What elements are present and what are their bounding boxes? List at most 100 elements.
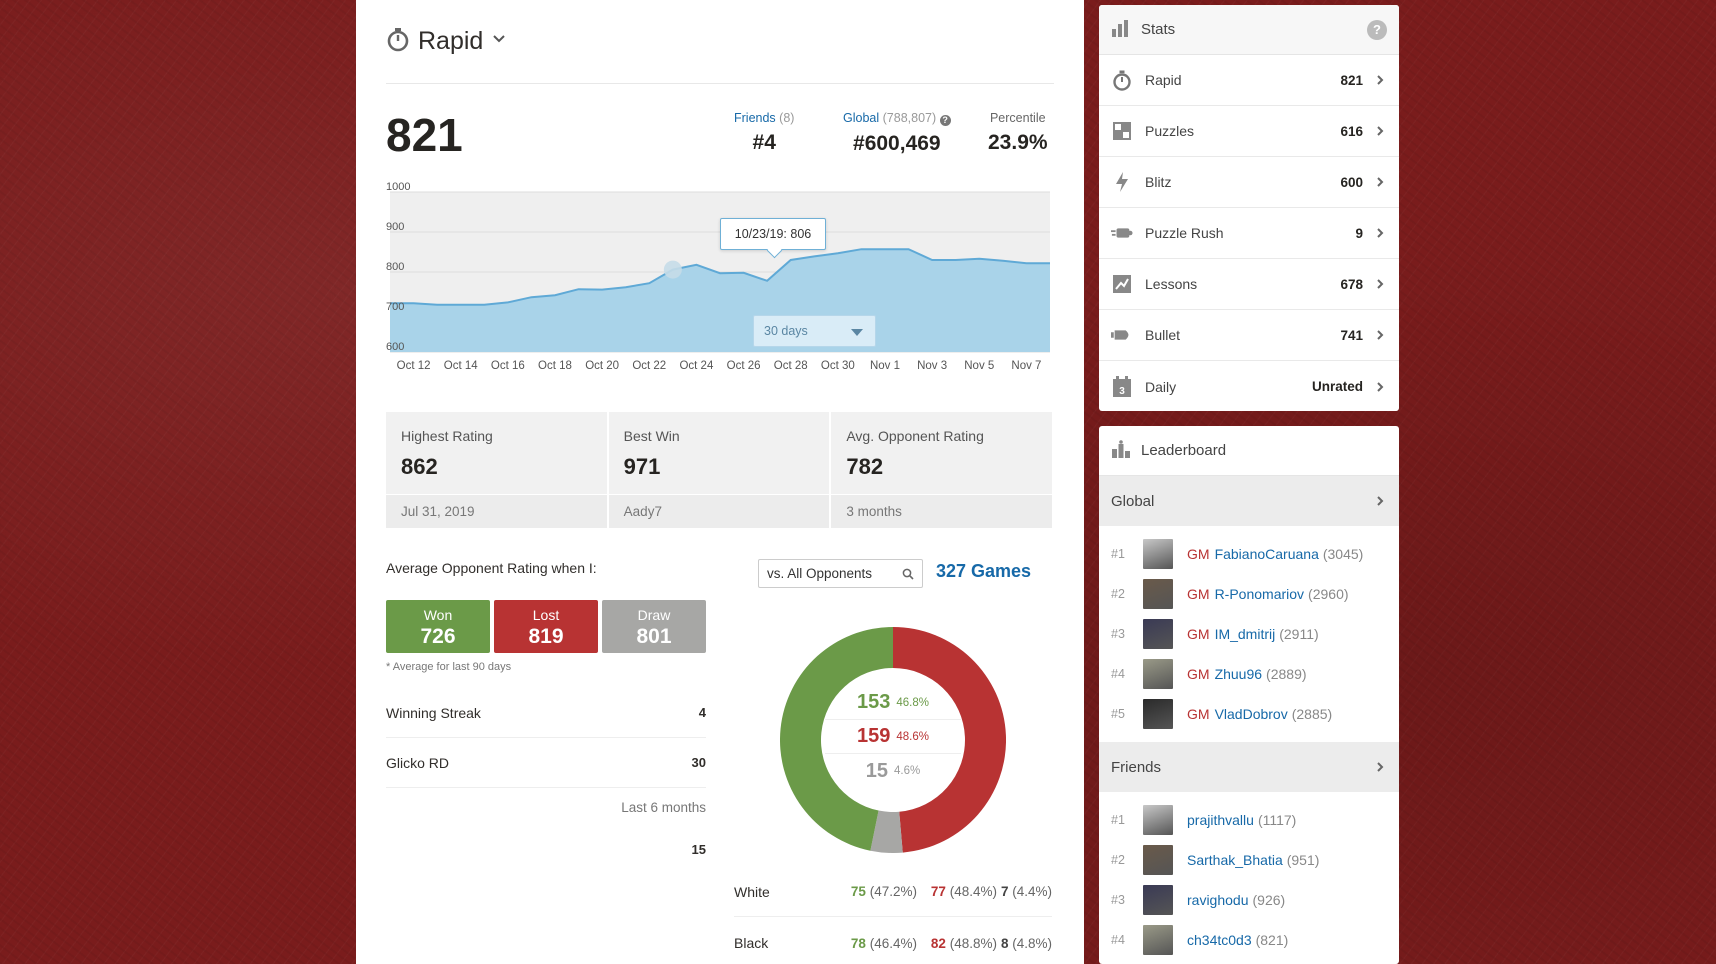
- avatar[interactable]: [1143, 925, 1173, 955]
- stats-item-value: 821: [1340, 72, 1363, 88]
- leaderboard-row[interactable]: #3 ravighodu (926): [1099, 880, 1399, 920]
- global-rank-label[interactable]: Global: [843, 111, 879, 125]
- lightning-icon: [1111, 171, 1133, 193]
- avg-opponent-label: Avg. Opponent Rating: [846, 428, 984, 444]
- friends-rank-value: #4: [752, 131, 776, 154]
- puzzle-rush-icon: [1111, 222, 1133, 244]
- games-count[interactable]: 327 Games: [936, 561, 1031, 582]
- player-username[interactable]: ravighodu: [1187, 892, 1249, 908]
- stats-item-label: Puzzles: [1145, 123, 1195, 139]
- stats-item-daily[interactable]: 3 Daily Unrated: [1099, 361, 1399, 411]
- chevron-down-icon[interactable]: [491, 32, 507, 50]
- friends-rank[interactable]: Friends (8) #4: [734, 111, 794, 155]
- range-select[interactable]: 30 days: [753, 315, 876, 347]
- global-section-header[interactable]: Global: [1099, 476, 1399, 526]
- leaderboard-rank: #3: [1111, 893, 1125, 907]
- last-6-months-value: 15: [691, 842, 706, 857]
- stats-item-bullet[interactable]: Bullet 741: [1099, 310, 1399, 361]
- leaderboard-row[interactable]: #2 Sarthak_Bhatia (951): [1099, 840, 1399, 880]
- white-draws-pct: (4.4%): [1012, 884, 1052, 899]
- leaderboard-rank: #5: [1111, 707, 1125, 721]
- player-username[interactable]: ch34tc0d3: [1187, 932, 1252, 948]
- x-tick-label: Oct 28: [774, 360, 808, 372]
- friends-section-header[interactable]: Friends: [1099, 742, 1399, 792]
- leaderboard-row[interactable]: #1 prajithvallu (1117): [1099, 800, 1399, 840]
- avatar[interactable]: [1143, 699, 1173, 729]
- avatar[interactable]: [1143, 805, 1173, 835]
- stats-item-blitz[interactable]: Blitz 600: [1099, 157, 1399, 208]
- stats-item-value: 9: [1355, 225, 1363, 241]
- avatar[interactable]: [1143, 539, 1173, 569]
- stats-item-puzzle-rush[interactable]: Puzzle Rush 9: [1099, 208, 1399, 259]
- leaderboard-row[interactable]: #4 ch34tc0d3 (821): [1099, 920, 1399, 960]
- divider: [386, 83, 1054, 84]
- player-username[interactable]: VladDobrov: [1215, 706, 1288, 722]
- stats-item-rapid[interactable]: Rapid 821: [1099, 55, 1399, 106]
- best-win-opponent[interactable]: Aady7: [608, 494, 830, 528]
- avatar[interactable]: [1143, 619, 1173, 649]
- won-value: 726: [420, 625, 456, 648]
- draw-label: Draw: [637, 607, 671, 623]
- leaderboard-row[interactable]: #1 GM FabianoCaruana (3045): [1099, 534, 1399, 574]
- help-icon[interactable]: ?: [1367, 19, 1387, 40]
- avatar[interactable]: [1143, 885, 1173, 915]
- black-results-row: Black 78 (46.4%) 82 (48.8%) 8 (4.8%): [734, 918, 1052, 964]
- global-count: (788,807): [882, 111, 937, 125]
- leaderboard-panel: Leaderboard Global #1 GM FabianoCaruana (30…: [1099, 426, 1399, 964]
- calendar-icon: 3: [1111, 375, 1133, 398]
- caret-down-icon: [851, 329, 863, 336]
- leaderboard-header: Leaderboard: [1099, 426, 1399, 476]
- avatar[interactable]: [1143, 845, 1173, 875]
- hover-point[interactable]: [663, 260, 682, 279]
- player-username[interactable]: prajithvallu: [1187, 812, 1254, 828]
- stats-item-puzzles[interactable]: Puzzles 616: [1099, 106, 1399, 157]
- y-tick-label: 900: [386, 221, 404, 233]
- black-wins: 78: [850, 935, 866, 951]
- leaderboard-row[interactable]: #2 GM R-Ponomariov (2960): [1099, 574, 1399, 614]
- podium-icon: [1111, 439, 1131, 462]
- player-username[interactable]: R-Ponomariov: [1215, 586, 1304, 602]
- player-username[interactable]: Zhuu96: [1215, 666, 1262, 682]
- x-tick-label: Oct 12: [397, 360, 431, 372]
- player-title-badge: GM: [1187, 626, 1210, 642]
- player-rating: (2960): [1308, 586, 1349, 602]
- percentile-value: 23.9%: [988, 131, 1048, 154]
- won-label: Won: [423, 607, 453, 623]
- stats-item-label: Rapid: [1145, 72, 1182, 88]
- avatar[interactable]: [1143, 659, 1173, 689]
- player-username[interactable]: Sarthak_Bhatia: [1187, 852, 1283, 868]
- mode-selector[interactable]: Rapid: [386, 24, 507, 58]
- stats-item-lessons[interactable]: Lessons 678: [1099, 259, 1399, 310]
- leaderboard-row[interactable]: #4 GM Zhuu96 (2889): [1099, 654, 1399, 694]
- player-username[interactable]: IM_dmitrij: [1215, 626, 1276, 642]
- help-icon[interactable]: ?: [939, 115, 951, 126]
- stats-item-value: Unrated: [1311, 379, 1363, 394]
- opponent-filter[interactable]: vs. All Opponents: [758, 559, 923, 588]
- rapid-stats-panel: Rapid 821 Friends (8) #4 Global (788,807…: [356, 0, 1084, 964]
- highest-rating-date: Jul 31, 2019: [386, 494, 607, 528]
- player-rating: (926): [1252, 892, 1286, 908]
- global-rank-value: #600,469: [853, 132, 941, 155]
- stats-item-value: 616: [1340, 123, 1363, 139]
- player-username[interactable]: FabianoCaruana: [1215, 546, 1319, 562]
- friends-rank-label[interactable]: Friends: [734, 111, 776, 125]
- black-draws: 8: [1000, 935, 1009, 951]
- leaderboard-row[interactable]: #5 GM VladDobrov (2885): [1099, 694, 1399, 734]
- rating-summary: Highest Rating 862 Jul 31, 2019 Best Win…: [386, 412, 1053, 528]
- draw-pct: 4.6%: [894, 765, 921, 777]
- player-rating: (821): [1255, 932, 1289, 948]
- rating-chart[interactable]: 1000 900 800 700 600 Oct 12 Oct 14 Oct 16 Oct 18…: [386, 172, 1052, 384]
- stopwatch-icon: [1111, 69, 1133, 91]
- leaderboard-row[interactable]: #3 GM IM_dmitrij (2911): [1099, 614, 1399, 654]
- chevron-right-icon: [1373, 494, 1387, 508]
- leaderboard-rank: #4: [1111, 933, 1125, 947]
- winning-streak-label: Winning Streak: [386, 704, 481, 721]
- avatar[interactable]: [1143, 579, 1173, 609]
- global-rank[interactable]: Global (788,807) ? #600,469: [843, 111, 951, 156]
- best-win-label: Best Win: [623, 428, 680, 444]
- y-tick-label: 800: [386, 261, 404, 273]
- player-rating: (2911): [1279, 626, 1319, 642]
- avg-opponent-when-label: Average Opponent Rating when I:: [386, 560, 597, 576]
- player-rating: (1117): [1257, 812, 1297, 828]
- white-losses: 77: [930, 884, 946, 899]
